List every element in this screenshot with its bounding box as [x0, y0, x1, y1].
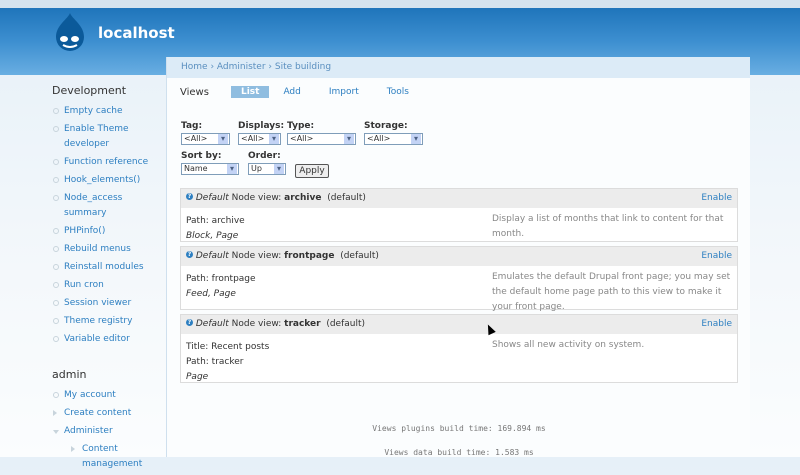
displays-select[interactable]: <All>: [238, 133, 281, 145]
view-prefix: Default: [195, 193, 229, 203]
view-name: archive: [284, 193, 322, 203]
site-name[interactable]: localhost: [98, 24, 175, 42]
sidebar-item[interactable]: Hook_elements(): [52, 173, 166, 188]
tag-select[interactable]: <All>: [181, 133, 230, 145]
sidebar-item[interactable]: Rebuild menus: [52, 242, 166, 257]
sort-select[interactable]: Name: [181, 163, 239, 175]
views-tabs: Views List Add Import Tools: [180, 86, 437, 98]
type-label: Type:: [287, 121, 315, 131]
view-status: (default): [327, 193, 366, 203]
view-type: Node view:: [231, 193, 282, 203]
sidebar-item[interactable]: Variable editor: [52, 332, 166, 347]
view-header: ? Default Node view: tracker (default) En…: [181, 315, 737, 334]
sidebar-item[interactable]: Create content: [52, 406, 166, 421]
sidebar-item[interactable]: Empty cache: [52, 104, 166, 119]
view-body: Path: frontpage Feed, Page Emulates the de…: [181, 266, 737, 312]
view-body: Title: Recent posts Path: tracker Page Show…: [181, 334, 737, 391]
storage-select[interactable]: <All>: [364, 133, 423, 145]
drupal-logo-icon[interactable]: [52, 11, 88, 53]
tab-list[interactable]: List: [230, 86, 270, 98]
sidebar-item[interactable]: My account: [52, 388, 166, 403]
sidebar-item[interactable]: Administer: [52, 424, 166, 439]
displays-label: Displays:: [238, 121, 285, 131]
order-label: Order:: [248, 151, 281, 161]
sidebar-item[interactable]: Session viewer: [52, 296, 166, 311]
top-strip: [0, 0, 800, 8]
view-header: ? Default Node view: archive (default) En…: [181, 189, 737, 208]
help-icon[interactable]: ?: [186, 193, 193, 200]
block-title-admin: admin: [52, 368, 87, 381]
sidebar-item[interactable]: Run cron: [52, 278, 166, 293]
view-row: ? Default Node view: archive (default) En…: [180, 188, 738, 242]
plugins-build-time: Views plugins build time: 169.894 ms: [372, 424, 546, 433]
sidebar-item[interactable]: Enable Theme developer: [52, 122, 166, 152]
view-row: ? Default Node view: frontpage (default)…: [180, 246, 738, 312]
sort-label: Sort by:: [181, 151, 222, 161]
apply-button[interactable]: Apply: [295, 164, 329, 178]
type-select[interactable]: <All>: [287, 133, 356, 145]
view-row: ? Default Node view: tracker (default) En…: [180, 314, 738, 383]
breadcrumb[interactable]: Home › Administer › Site building: [167, 57, 750, 78]
page-title: Views: [180, 86, 209, 98]
view-name: frontpage: [284, 251, 335, 261]
sidebar-item[interactable]: Content management: [70, 442, 166, 472]
view-type: Node view:: [231, 251, 282, 261]
view-body: Path: archive Block, Page Display a list o…: [181, 208, 737, 250]
view-status: (default): [340, 251, 379, 261]
help-icon[interactable]: ?: [186, 251, 193, 258]
order-select[interactable]: Up: [248, 163, 286, 175]
enable-link[interactable]: Enable: [701, 319, 732, 329]
sidebar-item[interactable]: PHPinfo(): [52, 224, 166, 239]
enable-link[interactable]: Enable: [701, 251, 732, 261]
view-status: (default): [326, 319, 366, 329]
tag-label: Tag:: [181, 121, 203, 131]
sidebar-item[interactable]: Theme registry: [52, 314, 166, 329]
sidebar-item[interactable]: Reinstall modules: [52, 260, 166, 275]
enable-link[interactable]: Enable: [701, 193, 732, 203]
sidebar-item[interactable]: Node_access summary: [52, 191, 166, 221]
help-icon[interactable]: ?: [186, 319, 193, 326]
tab-import[interactable]: Import: [329, 86, 359, 98]
sidebar-item[interactable]: Function reference: [52, 155, 166, 170]
view-header: ? Default Node view: frontpage (default)…: [181, 247, 737, 266]
view-name: tracker: [284, 319, 321, 329]
view-description: Shows all new activity on system.: [492, 340, 645, 350]
view-description: Display a list of months that link to co…: [492, 214, 724, 239]
view-displays: Page: [186, 372, 209, 382]
view-prefix: Default: [195, 319, 229, 329]
tab-add[interactable]: Add: [283, 86, 300, 98]
tab-tools[interactable]: Tools: [387, 86, 409, 98]
view-type: Node view:: [231, 319, 282, 329]
view-description: Emulates the default Drupal front page; …: [492, 272, 731, 312]
data-build-time: Views data build time: 1.583 ms: [384, 448, 534, 457]
sidebar: Development Empty cache Enable Theme deve…: [52, 84, 166, 475]
block-title-development: Development: [52, 84, 127, 97]
view-prefix: Default: [195, 251, 229, 261]
view-detail: Path: tracker: [186, 357, 244, 367]
storage-label: Storage:: [364, 121, 408, 131]
